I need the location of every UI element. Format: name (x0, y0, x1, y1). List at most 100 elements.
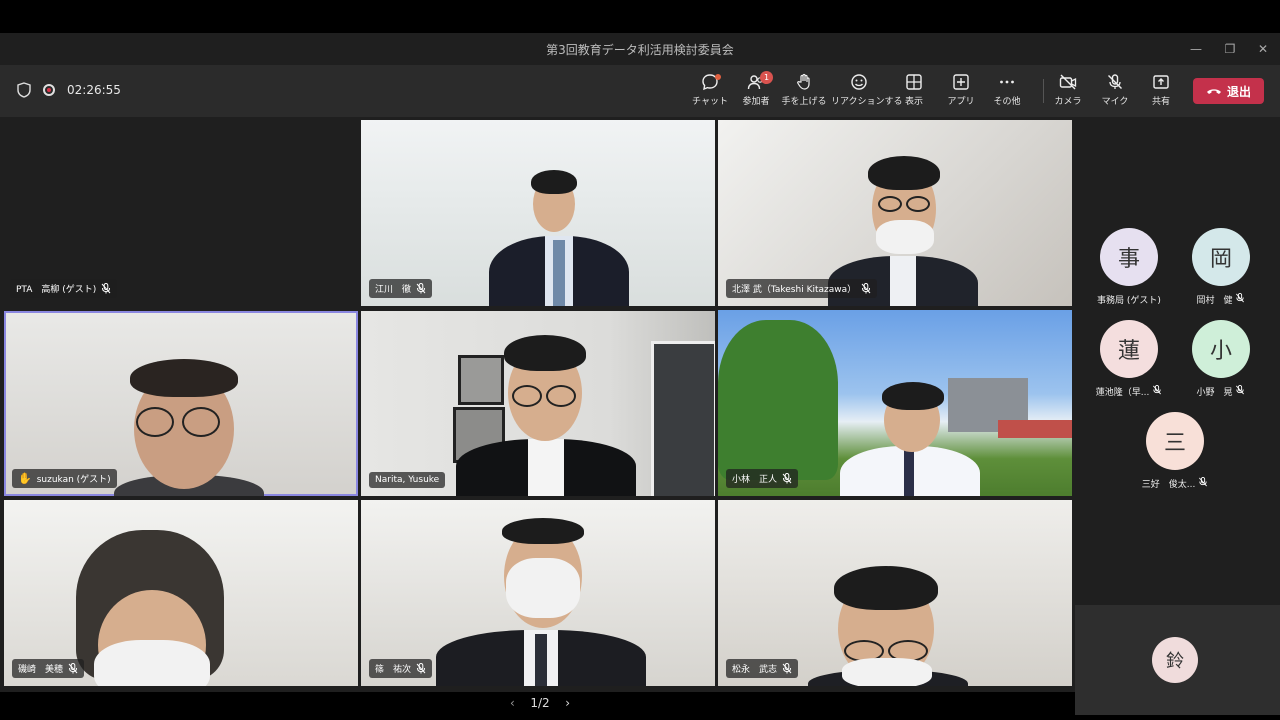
participant-name-tag: 松永 武志 (726, 659, 799, 678)
mic-muted-icon (861, 283, 871, 294)
participant-name: suzukan (ゲスト) (36, 475, 111, 485)
mic-off-icon (1108, 74, 1122, 89)
meeting-toolbar: 02:26:55 チャット 1 参加者 手を上げる リアクションする 表示 アプ… (0, 65, 1280, 117)
camera-off-icon (1059, 74, 1077, 90)
participant-name-tag: Narita, Yusuke (369, 472, 446, 488)
participant-name: PTA 高柳 (ゲスト) (16, 285, 97, 295)
participant-name: 北澤 武（Takeshi Kitazawa） (732, 285, 857, 295)
participant-name-tag: 篠 祐次 (369, 659, 433, 678)
self-preview-tile[interactable]: 鈴 (1075, 605, 1280, 715)
leave-label: 退出 (1226, 84, 1251, 99)
video-tile[interactable]: 北澤 武（Takeshi Kitazawa） (718, 120, 1072, 306)
mic-muted-icon (1236, 293, 1245, 303)
participant-name: 岡村 健 (1171, 293, 1271, 306)
participant-name-tag: PTA 高柳 (ゲスト) (10, 279, 118, 298)
more-button[interactable]: その他 (979, 73, 1035, 107)
trees (718, 320, 838, 480)
leave-button[interactable]: 退出 (1193, 78, 1264, 104)
video-tile-active-speaker[interactable]: ✋ suzukan (ゲスト) (4, 311, 358, 496)
participant-avatar[interactable]: 蓮 (1100, 320, 1158, 378)
share-icon (1153, 75, 1169, 89)
participant-name: 磯崎 美穂 (18, 665, 64, 675)
participants-badge: 1 (760, 71, 773, 84)
reactions-label: リアクションする (831, 97, 903, 107)
grid-icon (906, 74, 922, 90)
roster-name-text: 蓮池隆（早... (1095, 388, 1150, 398)
participant-avatar[interactable]: 事 (1100, 228, 1158, 286)
roster-name-text: 事務局 (ゲスト) (1097, 296, 1161, 306)
close-button[interactable]: ✕ (1253, 39, 1273, 59)
participant-name: 三好 俊太... (1125, 477, 1225, 490)
participant-name: 事務局 (ゲスト) (1079, 293, 1179, 306)
smiley-icon (851, 74, 867, 90)
ellipsis-icon (1000, 80, 1014, 84)
plus-icon (953, 74, 969, 90)
participant-avatar[interactable]: 小 (1192, 320, 1250, 378)
video-tile[interactable]: 篠 祐次 (361, 500, 715, 686)
participant-avatar[interactable]: 岡 (1192, 228, 1250, 286)
participant-name: 篠 祐次 (375, 665, 412, 675)
mic-muted-icon (782, 473, 792, 484)
train (998, 420, 1072, 438)
video-tile[interactable]: PTA 高柳 (ゲスト) (2, 120, 358, 306)
page-indicator: 1/2 (530, 696, 550, 710)
participant-video (808, 566, 968, 686)
mic-muted-icon (68, 663, 78, 674)
participant-video (436, 518, 646, 686)
restore-button[interactable]: ❐ (1220, 39, 1240, 59)
chat-unread-dot (715, 74, 721, 80)
video-tile[interactable]: 松永 武志 (718, 500, 1072, 686)
participant-avatar[interactable]: 三 (1146, 412, 1204, 470)
participant-video (840, 382, 980, 496)
hand-icon (797, 73, 810, 90)
avatar-initial: 三 (1163, 431, 1186, 456)
video-tile[interactable]: 磯崎 美穂 (4, 500, 358, 686)
participant-name-tag: 北澤 武（Takeshi Kitazawa） (726, 279, 878, 298)
more-label: その他 (993, 97, 1021, 107)
mic-muted-icon (782, 663, 792, 674)
share-button[interactable]: 共有 (1133, 73, 1189, 107)
participant-name-tag: 小林 正人 (726, 469, 799, 488)
mic-muted-icon (1236, 385, 1245, 395)
avatar-initial: 蓮 (1117, 339, 1140, 364)
audio-participants-panel: 事 事務局 (ゲスト) 岡 岡村 健 蓮 蓮池隆（早... 小 小野 晃 三 三… (1075, 120, 1280, 605)
participant-name: 江川 徹 (375, 285, 412, 295)
participant-name-tag: 江川 徹 (369, 279, 433, 298)
avatar-initial: 事 (1117, 247, 1140, 272)
participant-video (76, 530, 236, 686)
mic-muted-icon (101, 283, 111, 294)
meeting-timer: 02:26:55 (67, 83, 121, 97)
roster-name-text: 小野 晃 (1196, 388, 1233, 398)
participant-video (114, 357, 264, 496)
chevron-right-icon[interactable]: › (565, 696, 570, 710)
participant-name-tag: 磯崎 美穂 (12, 659, 85, 678)
participant-name: 小林 正人 (732, 475, 778, 485)
gallery-pager: ‹ 1/2 › (510, 693, 570, 713)
reactions-button[interactable]: リアクションする (831, 73, 903, 107)
chevron-left-icon[interactable]: ‹ (510, 696, 515, 710)
raise-hand-button[interactable]: 手を上げる (776, 73, 832, 107)
participant-name: 小野 晃 (1171, 385, 1271, 398)
window-title: 第3回教育データ利活用検討委員会 (546, 43, 734, 57)
raised-hand-icon: ✋ (18, 472, 32, 485)
avatar-initial: 鈴 (1166, 651, 1184, 672)
title-bar: 第3回教育データ利活用検討委員会 — ❐ ✕ (0, 33, 1280, 65)
video-tile[interactable]: 江川 徹 (361, 120, 715, 306)
shield-icon[interactable] (17, 82, 31, 98)
participant-video (456, 335, 636, 496)
mic-muted-icon (1153, 385, 1162, 395)
window-pane (651, 341, 715, 496)
roster-name-text: 三好 俊太... (1141, 480, 1196, 490)
avatar-initial: 岡 (1209, 247, 1232, 272)
minimize-button[interactable]: — (1186, 39, 1206, 59)
share-label: 共有 (1151, 97, 1170, 107)
mic-muted-icon (416, 283, 426, 294)
participant-video (489, 170, 629, 306)
mic-muted-icon (416, 663, 426, 674)
recording-indicator-icon (43, 84, 55, 96)
participant-name: Narita, Yusuke (375, 475, 440, 485)
video-tile[interactable]: 小林 正人 (718, 310, 1072, 496)
video-tile[interactable]: Narita, Yusuke (361, 311, 715, 496)
avatar-initial: 小 (1209, 339, 1232, 364)
participant-name-tag: ✋ suzukan (ゲスト) (12, 469, 117, 488)
